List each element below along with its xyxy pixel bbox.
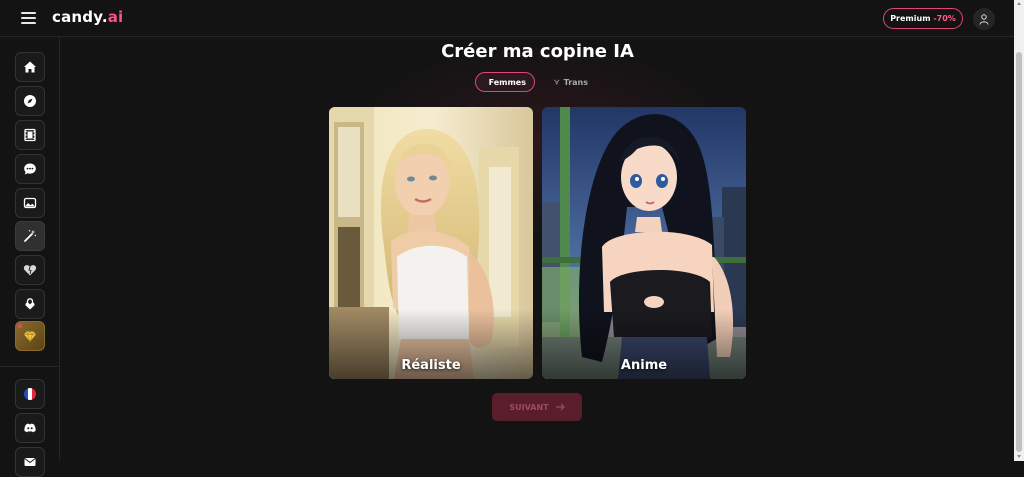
- transgender-symbol-icon: [554, 77, 560, 87]
- notification-dot: [18, 324, 22, 328]
- mail-icon: [23, 455, 37, 469]
- premium-discount: -70%: [933, 14, 955, 23]
- gem-icon: [23, 329, 37, 343]
- tab-label: Trans: [564, 78, 588, 87]
- page-title: Créer ma copine IA: [330, 41, 745, 62]
- sidebar-item-explore[interactable]: [15, 86, 45, 116]
- sidebar-item-premium[interactable]: [15, 321, 45, 351]
- heart-icon: [23, 263, 37, 277]
- logo-text: candy.: [52, 8, 108, 26]
- magic-wand-icon: [23, 229, 37, 243]
- sidebar-item-videos[interactable]: [15, 120, 45, 150]
- sidebar-item-chat[interactable]: [15, 154, 45, 184]
- chat-icon: [23, 162, 37, 176]
- premium-label: Premium: [890, 14, 930, 23]
- female-symbol-icon: [484, 77, 485, 87]
- sidebar-item-private[interactable]: [15, 289, 45, 319]
- scroll-down-arrow-icon[interactable]: [1017, 455, 1021, 458]
- sidebar-item-home[interactable]: [15, 52, 45, 82]
- tab-label: Femmes: [489, 78, 526, 87]
- scroll-up-arrow-icon[interactable]: [1017, 2, 1021, 5]
- lock-icon: [23, 297, 37, 311]
- next-label: SUIVANT: [509, 403, 548, 412]
- logo[interactable]: candy.ai: [52, 8, 123, 26]
- sidebar-item-discord[interactable]: [15, 413, 45, 443]
- image-icon: [23, 196, 37, 210]
- premium-button[interactable]: Premium -70%: [883, 8, 963, 29]
- sidebar-item-gallery[interactable]: [15, 188, 45, 218]
- film-icon: [23, 128, 37, 142]
- page-scrollbar[interactable]: [1014, 0, 1024, 461]
- menu-icon[interactable]: [21, 12, 36, 24]
- tab-femmes[interactable]: Femmes: [475, 72, 535, 92]
- sidebar: [0, 37, 60, 461]
- sidebar-item-language[interactable]: [15, 379, 45, 409]
- user-account-button[interactable]: [973, 8, 995, 30]
- next-button[interactable]: SUIVANT: [492, 393, 582, 421]
- top-bar: candy.ai Premium -70%: [0, 0, 1014, 37]
- style-card-anime[interactable]: Anime: [542, 107, 746, 379]
- style-card-realistic[interactable]: Réaliste: [329, 107, 533, 379]
- card-label: Anime: [542, 358, 746, 373]
- compass-icon: [23, 94, 37, 108]
- user-icon: [979, 14, 989, 25]
- discord-icon: [23, 421, 37, 435]
- home-icon: [23, 60, 37, 74]
- arrow-right-icon: [555, 403, 565, 411]
- sidebar-divider: [0, 366, 60, 367]
- french-flag-icon: [23, 387, 37, 401]
- sidebar-item-create[interactable]: [15, 221, 45, 251]
- sidebar-item-contact[interactable]: [15, 447, 45, 477]
- scrollbar-thumb[interactable]: [1016, 52, 1022, 452]
- sidebar-item-my-ai[interactable]: [15, 255, 45, 285]
- logo-accent: ai: [108, 8, 124, 26]
- tab-trans[interactable]: Trans: [546, 72, 596, 92]
- card-label: Réaliste: [329, 358, 533, 373]
